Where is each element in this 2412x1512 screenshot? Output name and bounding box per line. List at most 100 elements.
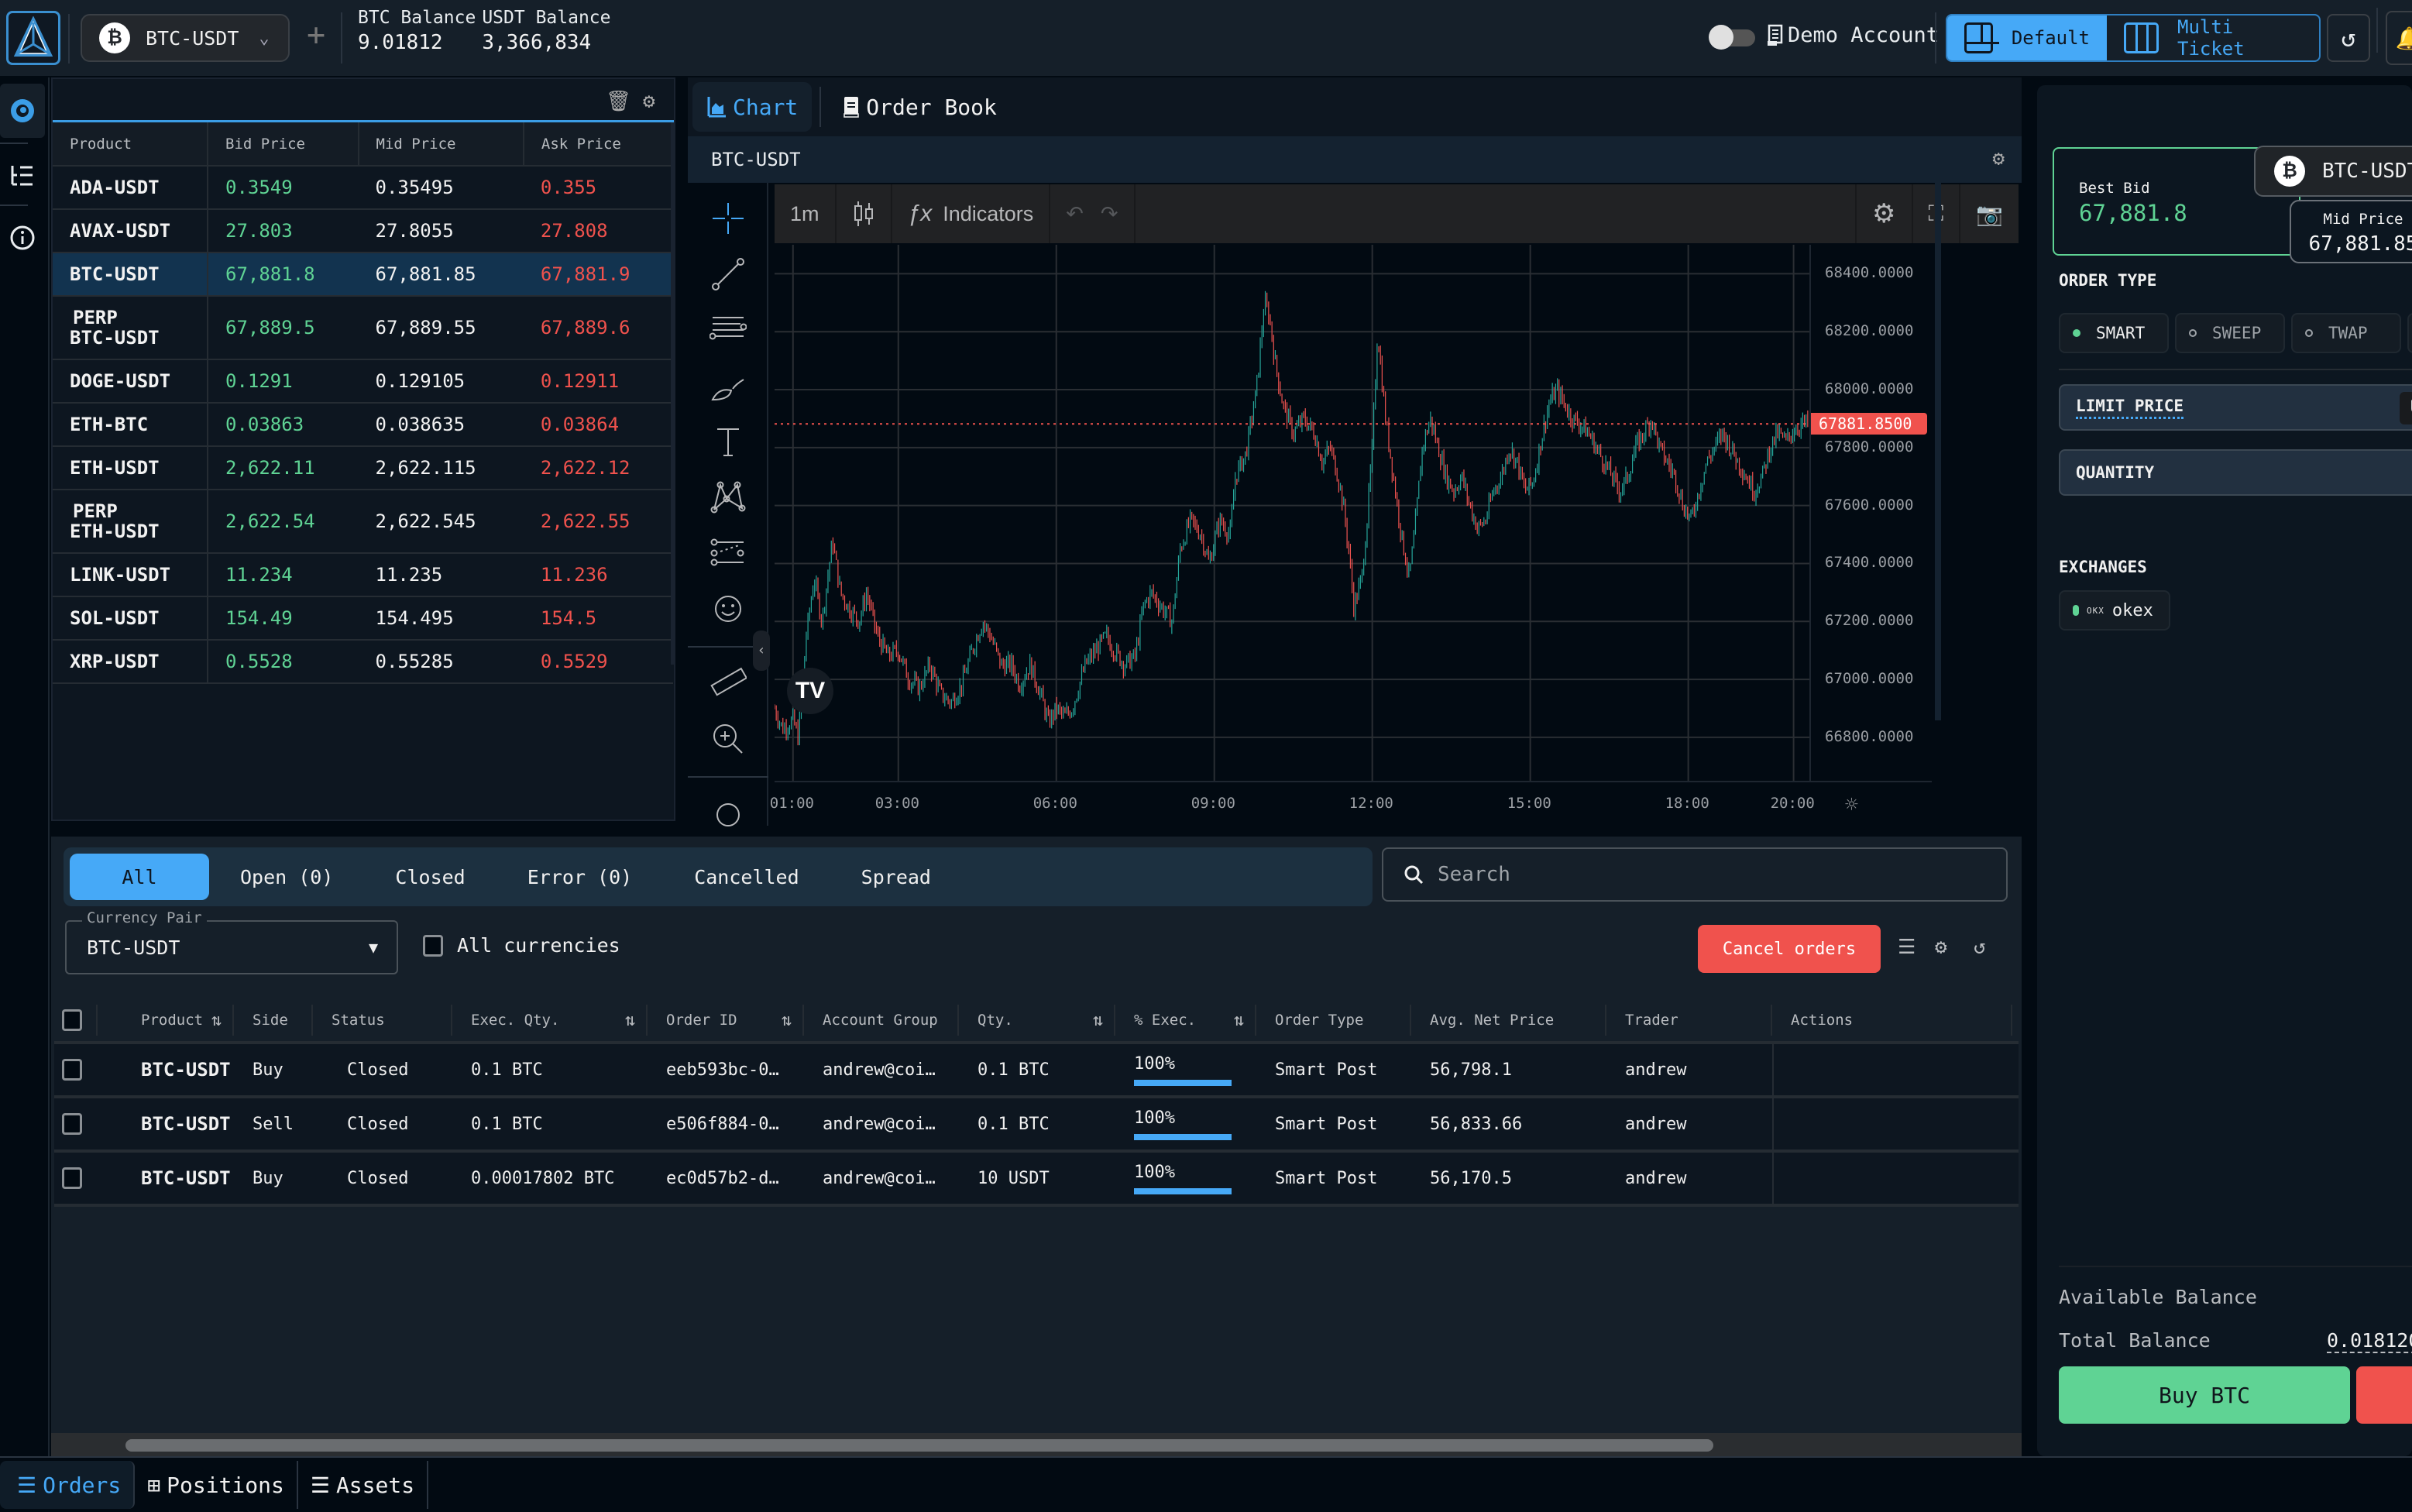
sell-button[interactable] bbox=[2356, 1366, 2412, 1424]
order-type-sweep[interactable]: SWEEP bbox=[2175, 313, 2285, 353]
tab-chart[interactable]: Chart bbox=[692, 82, 813, 132]
column-header-product[interactable]: Product bbox=[53, 122, 208, 167]
screenshot-button[interactable]: 📷 bbox=[1960, 184, 2019, 243]
reset-layout-button[interactable]: ↺ bbox=[2327, 14, 2370, 62]
axis-settings-sun-icon[interactable]: ☼ bbox=[1845, 792, 1858, 817]
column-header[interactable]: Exec. Qty. ⇅ bbox=[452, 1005, 648, 1036]
orders-horizontal-scrollbar[interactable] bbox=[51, 1433, 2022, 1456]
watchlist-row[interactable]: PERP ETH-USDT 2,622.54 2,622.545 2,622.55 bbox=[53, 490, 673, 554]
column-header[interactable]: Product ⇅ bbox=[98, 1005, 234, 1036]
watchlist-row[interactable]: AVAX-USDT 27.803 27.8055 27.808 bbox=[53, 209, 673, 253]
chart-settings-button[interactable]: ⚙ bbox=[1857, 184, 1913, 243]
watchlist-row[interactable]: ETH-USDT 2,622.11 2,622.115 2,622.12 bbox=[53, 446, 673, 490]
indicators-button[interactable]: ƒx Indicators bbox=[892, 184, 1051, 243]
sort-icon[interactable]: ⇅ bbox=[211, 1011, 222, 1030]
column-header[interactable]: Actions bbox=[1772, 1005, 2012, 1036]
column-header[interactable]: Avg. Net Price bbox=[1411, 1005, 1606, 1036]
all-currencies-checkbox[interactable]: All currencies bbox=[423, 934, 620, 957]
select-all-checkbox[interactable] bbox=[62, 1009, 82, 1031]
sort-icon[interactable]: ⇅ bbox=[1234, 1011, 1244, 1030]
filter-tab-cancelled[interactable]: Cancelled bbox=[663, 854, 830, 900]
row-checkbox[interactable] bbox=[62, 1059, 82, 1081]
bottom-tab-orders[interactable]: ☰ Orders bbox=[0, 1461, 136, 1509]
time-axis[interactable]: ☼ 01:00 03:00 06:00 09:00 12:00 15:00 18:00 20:… bbox=[770, 781, 1932, 826]
notifications-button[interactable]: 🔔 bbox=[2386, 11, 2412, 65]
app-logo[interactable] bbox=[6, 11, 60, 65]
tab-order-book[interactable]: Order Book bbox=[829, 82, 1011, 132]
rail-item-info[interactable] bbox=[0, 211, 45, 265]
column-header[interactable]: Order Type bbox=[1256, 1005, 1411, 1036]
filter-tab-closed[interactable]: Closed bbox=[364, 854, 496, 900]
bottom-tab-assets[interactable]: ☰ Assets bbox=[298, 1461, 429, 1509]
rail-item-order-list[interactable] bbox=[0, 149, 45, 203]
filter-tab-all[interactable]: All bbox=[70, 854, 209, 900]
currency-pair-select[interactable]: Currency Pair BTC-USDT ▼ bbox=[65, 909, 398, 974]
layout-multi-ticket-button[interactable]: Multi Ticket bbox=[2107, 15, 2319, 60]
order-row[interactable]: BTC-USDT Buy Closed 0.00017802 BTC ec0d57b2-… bbox=[54, 1153, 2019, 1207]
collapse-toolbar-button[interactable]: ‹ bbox=[753, 631, 770, 671]
filter-tab-spread[interactable]: Spread bbox=[830, 854, 962, 900]
filter-tab-open[interactable]: Open (0) bbox=[209, 854, 364, 900]
gear-icon[interactable]: ⚙ bbox=[643, 90, 655, 113]
pair-selector[interactable]: ₿ BTC-USDT ⌄ bbox=[81, 14, 290, 62]
fib-lines-icon[interactable] bbox=[708, 310, 748, 350]
quantity-input[interactable]: QUANTITY bbox=[2059, 449, 2412, 496]
gear-icon[interactable]: ⚙ bbox=[1935, 936, 1947, 959]
limit-unit-selector[interactable]: US bbox=[2400, 392, 2412, 424]
order-type-twap[interactable]: TWAP bbox=[2291, 313, 2401, 353]
trash-icon[interactable]: 🗑 bbox=[606, 90, 631, 113]
sort-icon[interactable]: ⇅ bbox=[782, 1011, 792, 1030]
column-header[interactable]: Order ID ⇅ bbox=[648, 1005, 804, 1036]
trend-line-icon[interactable] bbox=[708, 254, 748, 294]
chart-panel-scrollbar[interactable] bbox=[1935, 139, 1941, 720]
add-pair-button[interactable]: + bbox=[307, 17, 325, 53]
ticket-pair-selector[interactable]: ₿ BTC-USDT bbox=[2254, 146, 2412, 197]
rail-item-watchlist[interactable] bbox=[0, 84, 45, 138]
total-balance-value[interactable]: 0.0181204 bbox=[2327, 1329, 2412, 1353]
price-axis[interactable]: 68400.0000 68200.0000 68000.0000 67800.0000… bbox=[1809, 245, 1932, 781]
redo-icon[interactable]: ↷ bbox=[1101, 202, 1118, 226]
column-header[interactable]: Qty. ⇅ bbox=[959, 1005, 1115, 1036]
brush-icon[interactable] bbox=[708, 366, 748, 406]
filter-sliders-icon[interactable]: ☰ bbox=[1898, 936, 1916, 959]
sort-icon[interactable]: ⇅ bbox=[1093, 1011, 1103, 1030]
price-chart[interactable] bbox=[775, 245, 1809, 781]
order-type-smart[interactable]: SMART bbox=[2059, 313, 2169, 353]
order-type-more[interactable] bbox=[2407, 313, 2412, 353]
row-checkbox[interactable] bbox=[62, 1167, 82, 1189]
tradingview-logo[interactable]: TV bbox=[787, 668, 833, 714]
text-icon[interactable] bbox=[708, 421, 748, 462]
order-row[interactable]: BTC-USDT Sell Closed 0.1 BTC e506f884-0… andr… bbox=[54, 1098, 2019, 1153]
bottom-tab-positions[interactable]: ⊞ Positions bbox=[135, 1461, 298, 1509]
row-checkbox[interactable] bbox=[62, 1113, 82, 1135]
interval-button[interactable]: 1m bbox=[775, 184, 837, 243]
exchange-chip-okex[interactable]: OKX okex bbox=[2059, 590, 2170, 631]
sort-icon[interactable]: ⇅ bbox=[625, 1011, 635, 1030]
watchlist-row[interactable]: LINK-USDT 11.234 11.235 11.236 bbox=[53, 553, 673, 597]
order-row[interactable]: BTC-USDT Buy Closed 0.1 BTC eeb593bc-0… andre… bbox=[54, 1044, 2019, 1098]
zoom-in-icon[interactable] bbox=[708, 719, 748, 759]
watchlist-row[interactable]: ADA-USDT 0.3549 0.35495 0.355 bbox=[53, 166, 673, 210]
column-header[interactable]: Status bbox=[313, 1005, 452, 1036]
layout-default-button[interactable]: Default bbox=[1947, 15, 2107, 60]
chart-settings-gear-icon[interactable]: ⚙ bbox=[1992, 147, 2005, 170]
refresh-icon[interactable]: ↺ bbox=[1974, 936, 1986, 959]
pattern-icon[interactable] bbox=[708, 477, 748, 517]
watchlist-row[interactable]: SOL-USDT 154.49 154.495 154.5 bbox=[53, 596, 673, 641]
watchlist-row[interactable]: DOGE-USDT 0.1291 0.129105 0.12911 bbox=[53, 359, 673, 404]
chart-type-button[interactable] bbox=[837, 184, 892, 243]
forecast-icon[interactable] bbox=[708, 533, 748, 573]
column-header[interactable]: Side bbox=[234, 1005, 313, 1036]
column-header-bid[interactable]: Bid Price bbox=[208, 122, 359, 167]
watchlist-row[interactable]: ETH-BTC 0.03863 0.038635 0.03864 bbox=[53, 403, 673, 447]
watchlist-row[interactable]: PERP BTC-USDT 67,889.5 67,889.55 67,889.6 bbox=[53, 296, 673, 360]
emoji-icon[interactable] bbox=[708, 589, 748, 629]
undo-icon[interactable]: ↶ bbox=[1066, 202, 1084, 226]
column-header-ask[interactable]: Ask Price bbox=[523, 122, 675, 167]
watchlist-row[interactable]: XRP-USDT 0.5528 0.55285 0.5529 bbox=[53, 640, 673, 684]
watchlist-scrollbar[interactable] bbox=[671, 122, 674, 665]
column-header[interactable]: Account Group bbox=[804, 1005, 959, 1036]
column-header-mid[interactable]: Mid Price bbox=[358, 122, 524, 167]
watchlist-row[interactable]: BTC-USDT 67,881.8 67,881.85 67,881.9 bbox=[53, 253, 673, 297]
filter-tab-error[interactable]: Error (0) bbox=[496, 854, 663, 900]
